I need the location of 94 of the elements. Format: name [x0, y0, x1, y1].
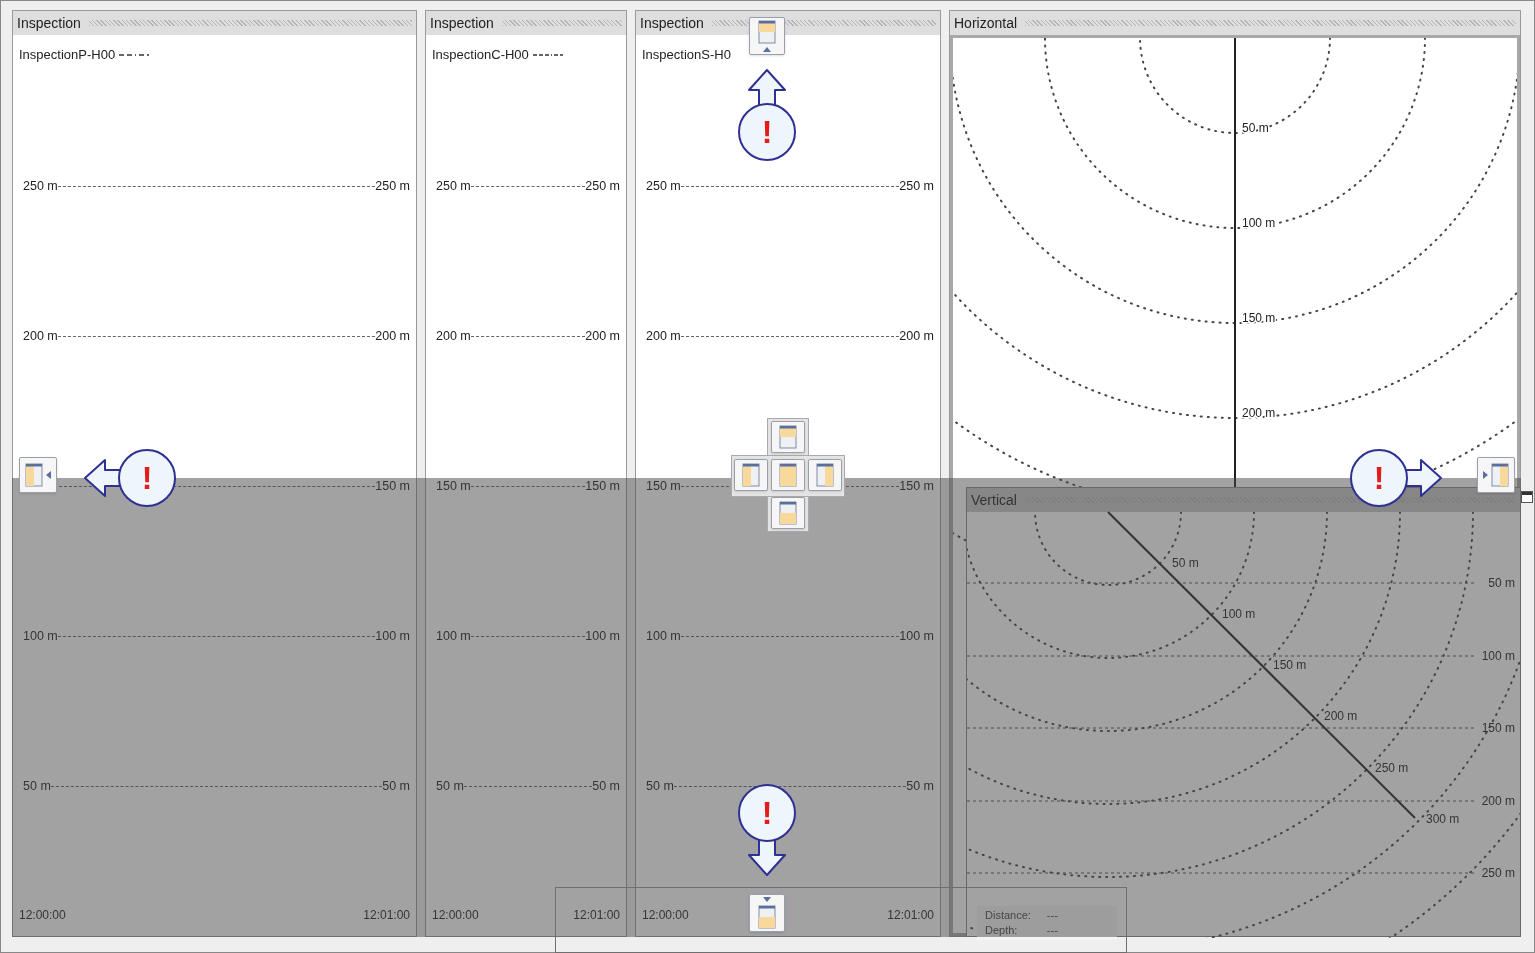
pane-icon [779, 501, 797, 525]
axis-label: 250 m [585, 177, 620, 195]
series-legend: InspectionC-H00 [432, 45, 529, 65]
depth-label: 50 m [1488, 576, 1515, 590]
axis-label: 150 m [645, 477, 681, 495]
panel-title: Inspection [640, 13, 704, 33]
axis-label: 100 m [435, 627, 471, 645]
axis-label: 150 m [435, 477, 471, 495]
dock-right-button[interactable] [1477, 457, 1515, 493]
dock-center-left-button[interactable] [734, 459, 768, 491]
series-legend: InspectionP-H00 [19, 45, 116, 65]
panel-title: Inspection [17, 13, 81, 33]
axis-label: 150 m [899, 477, 934, 495]
range-label: 50 m [1242, 121, 1269, 135]
time-label: 12:01:00 [887, 907, 934, 924]
dock-center-right-button[interactable] [808, 459, 842, 491]
axis-label: 50 m [435, 777, 464, 795]
pane-icon [1491, 463, 1509, 487]
axis-label: 50 m [22, 777, 51, 795]
pane-icon [758, 20, 776, 44]
readout-label: Distance: [985, 908, 1031, 923]
panel-title: Inspection [430, 13, 494, 33]
title-grip[interactable] [88, 20, 412, 26]
range-label: 100 m [1242, 216, 1276, 230]
time-label: 12:00:00 [19, 907, 66, 924]
readout-value: --- [1046, 923, 1059, 938]
range-label: 200 m [1242, 406, 1276, 420]
axis-label: 250 m [645, 177, 681, 195]
depth-label: 200 m [1481, 794, 1515, 808]
exclamation-mark: ! [141, 460, 153, 496]
range-label: 200 m [1324, 709, 1358, 723]
range-label: 100 m [1222, 607, 1256, 621]
axis-label: 250 m [22, 177, 58, 195]
axis-label: 200 m [645, 327, 681, 345]
readout-label: Depth: [985, 923, 1019, 938]
axis-label: 250 m [375, 177, 410, 195]
range-label: 250 m [1375, 761, 1409, 775]
axis-label: 200 m [899, 327, 934, 345]
title-grip[interactable] [1025, 20, 1516, 26]
depth-label: 100 m [1481, 649, 1515, 663]
axis-label: 100 m [645, 627, 681, 645]
dock-bottom-button[interactable] [749, 894, 785, 932]
depth-label: 150 m [1481, 721, 1515, 735]
triangle-left-icon [46, 471, 51, 479]
axis-label: 50 m [906, 777, 934, 795]
dock-center-tab-button[interactable] [771, 459, 805, 491]
axis-label: 200 m [435, 327, 471, 345]
dock-left-button[interactable] [19, 457, 57, 493]
axis-label: 150 m [585, 477, 620, 495]
range-label: 50 m [1172, 556, 1199, 570]
range-label: 150 m [1273, 658, 1307, 672]
line-style-icon [119, 53, 150, 57]
time-label: 12:00:00 [432, 907, 479, 924]
title-grip[interactable] [501, 20, 622, 26]
range-label: 150 m [1242, 311, 1276, 325]
dock-center-top-button[interactable] [771, 421, 805, 453]
pane-icon [779, 463, 797, 487]
triangle-down-icon [763, 897, 771, 902]
exclamation-mark: ! [761, 114, 773, 150]
depth-label: 250 m [1481, 866, 1515, 880]
dock-top-button[interactable] [749, 17, 785, 55]
range-label: 300 m [1426, 812, 1460, 826]
pane-icon [758, 905, 776, 929]
axis-label: 100 m [899, 627, 934, 645]
triangle-up-icon [763, 47, 771, 52]
line-style-icon [532, 53, 563, 57]
pane-icon [742, 463, 760, 487]
axis-label: 200 m [585, 327, 620, 345]
triangle-right-icon [1483, 471, 1488, 479]
axis-label: 50 m [592, 777, 620, 795]
pane-icon [779, 425, 797, 449]
axis-label: 250 m [899, 177, 934, 195]
axis-label: 150 m [375, 477, 410, 495]
axis-label: 100 m [375, 627, 410, 645]
axis-label: 100 m [22, 627, 58, 645]
dock-center-bottom-button[interactable] [771, 497, 805, 529]
time-label: 12:01:00 [363, 907, 410, 924]
panel-title: Vertical [971, 490, 1017, 510]
time-label: 12:00:00 [642, 907, 689, 924]
restore-icon[interactable] [1521, 491, 1533, 503]
readout-value: --- [1046, 908, 1059, 923]
axis-label: 200 m [22, 327, 58, 345]
axis-label: 100 m [585, 627, 620, 645]
axis-label: 50 m [382, 777, 410, 795]
pane-icon [25, 463, 43, 487]
time-label: 12:01:00 [573, 907, 620, 924]
series-legend: InspectionS-H0 [642, 45, 731, 65]
exclamation-mark: ! [1373, 460, 1385, 496]
exclamation-mark: ! [761, 795, 773, 831]
panel-title: Horizontal [954, 13, 1018, 33]
axis-label: 50 m [645, 777, 674, 795]
pane-icon [816, 463, 834, 487]
axis-label: 250 m [435, 177, 471, 195]
axis-label: 200 m [375, 327, 410, 345]
